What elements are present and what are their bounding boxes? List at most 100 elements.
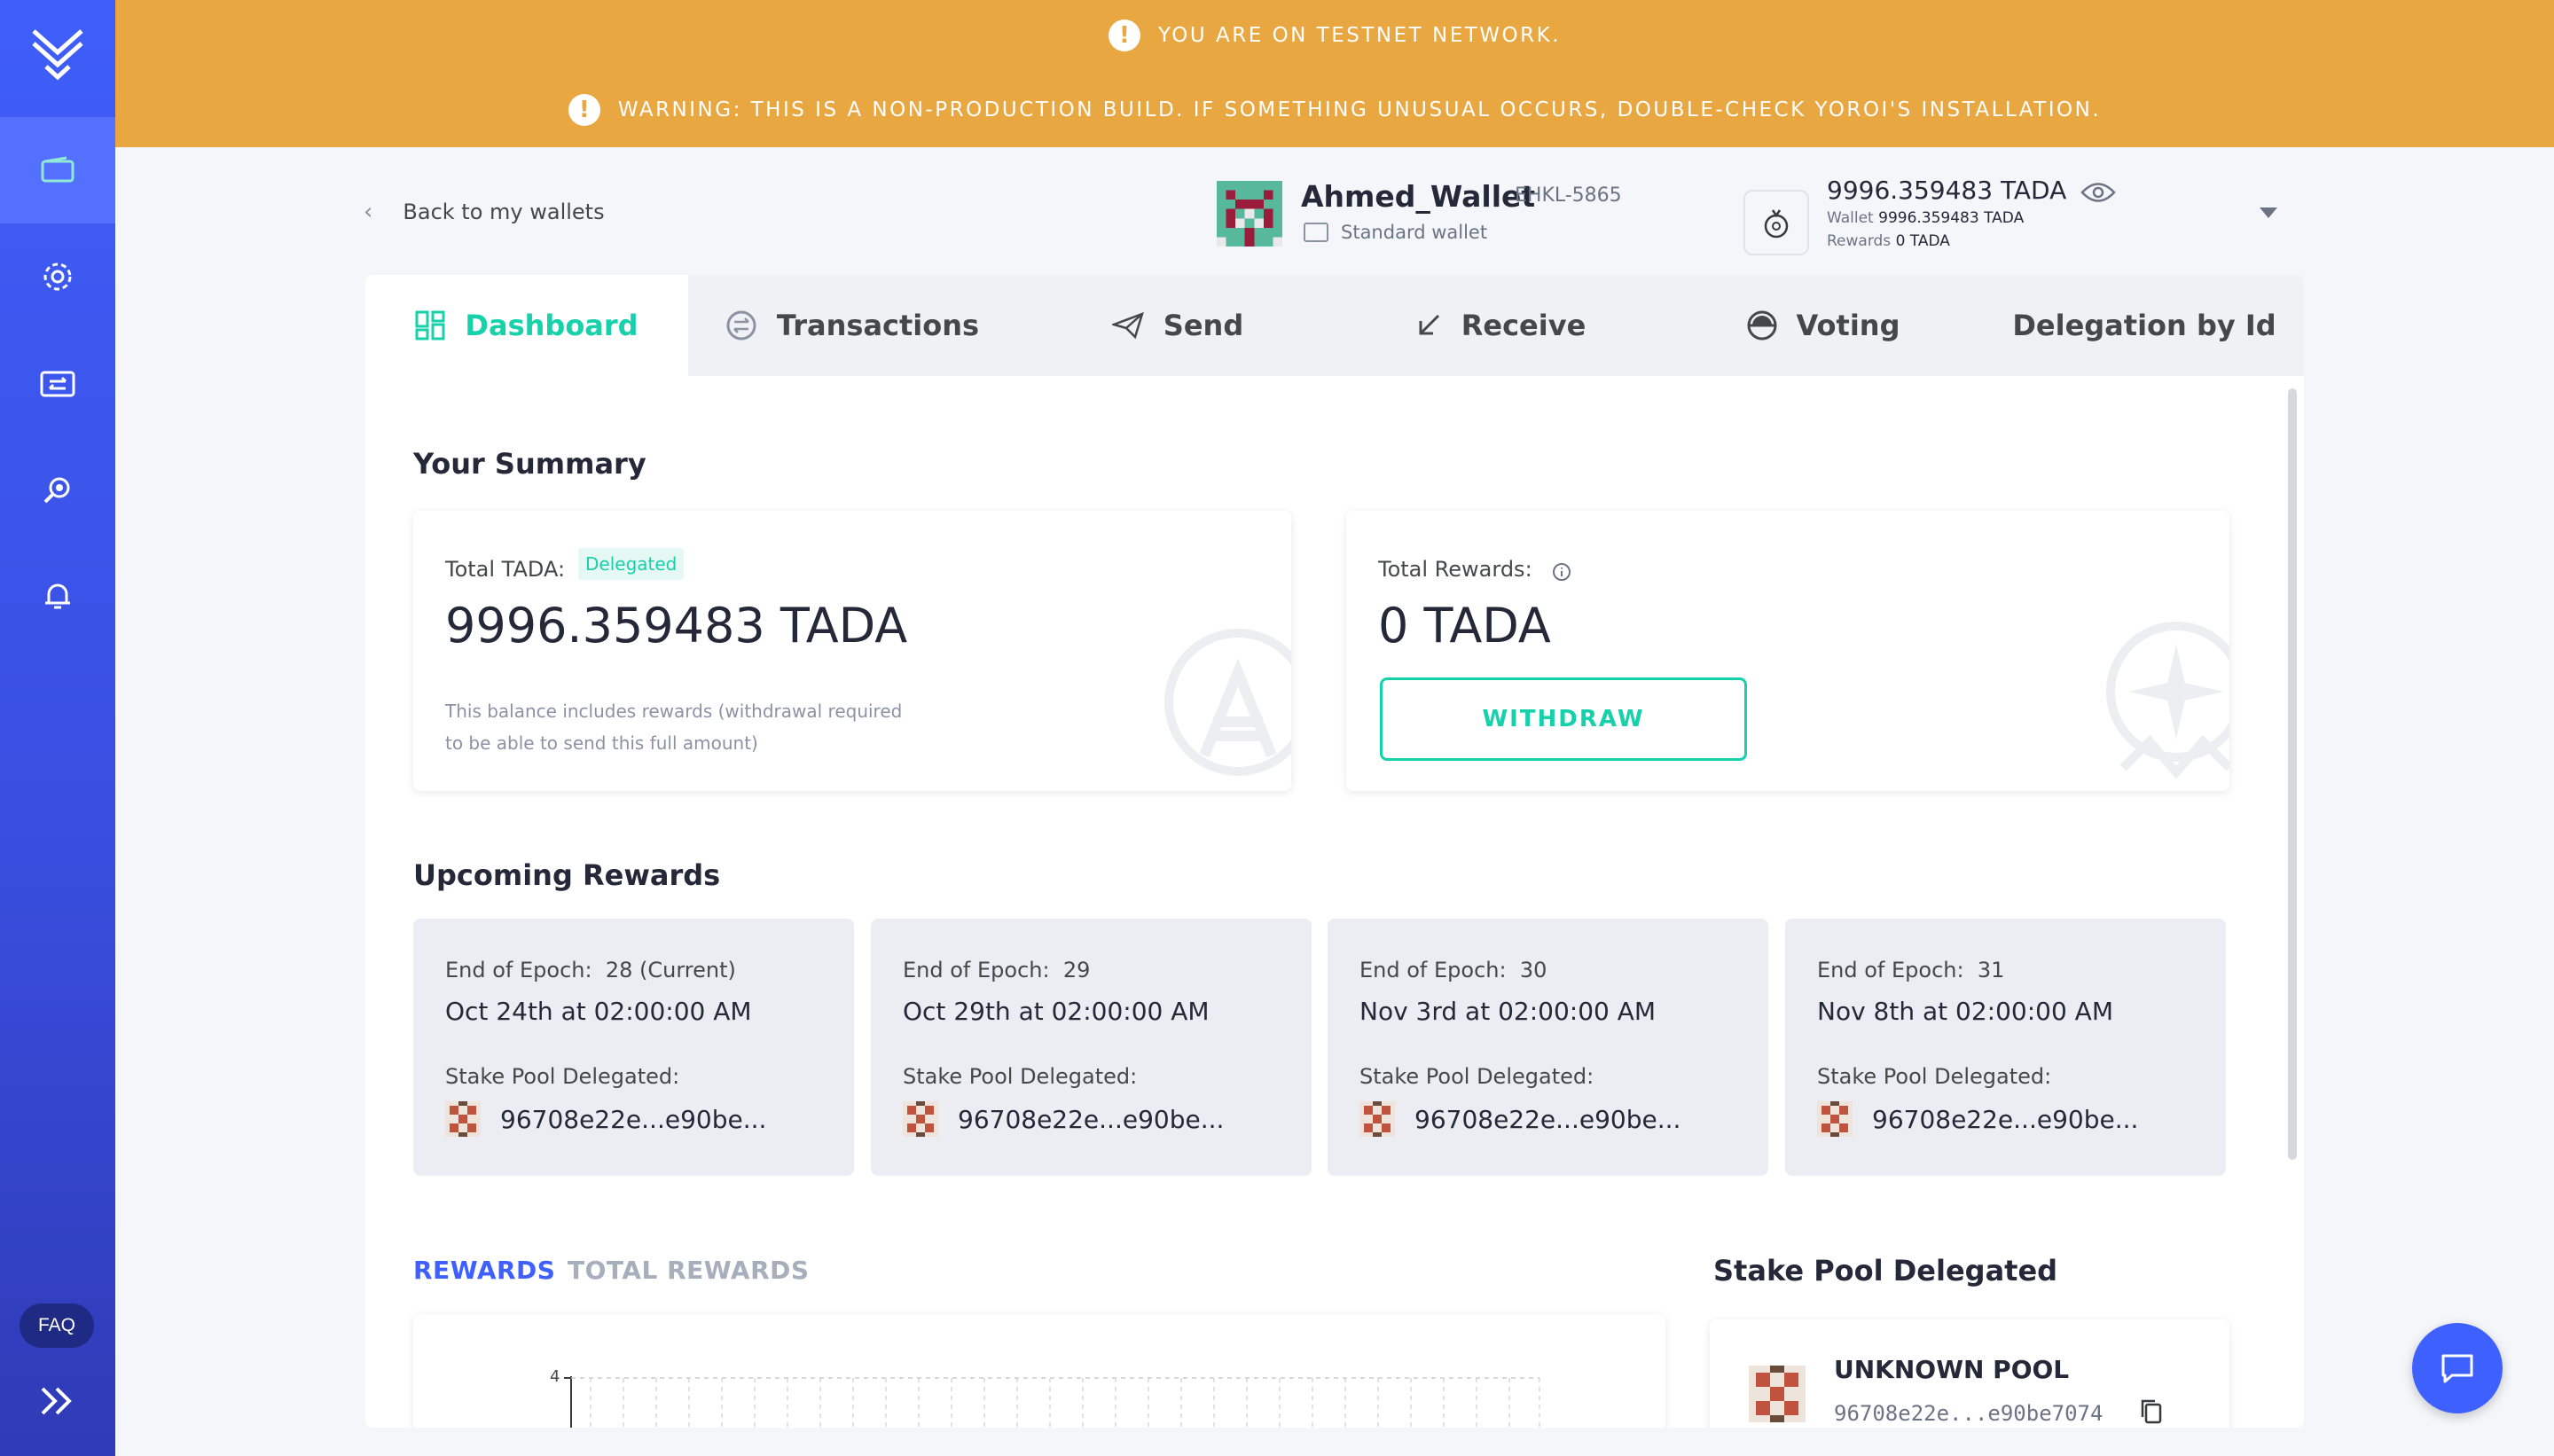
epoch-number: 29 — [1062, 958, 1091, 982]
pool-id-text: 96708e22e...e90be... — [958, 1104, 1225, 1134]
gear-icon — [43, 262, 72, 291]
balance-icon — [1743, 190, 1809, 255]
pool-id-text: 96708e22e...e90be... — [1872, 1104, 2139, 1134]
staking-icon — [43, 477, 70, 504]
rewards-watermark-icon — [2106, 622, 2229, 779]
tab-transactions-label: Transactions — [776, 309, 980, 342]
pool-id: 96708e22e...e90be... — [1817, 1101, 2138, 1137]
wallet-identicon — [1217, 181, 1282, 247]
wallet-type: Standard wallet — [1304, 222, 1487, 243]
testnet-banner: ! YOU ARE ON TESTNET NETWORK. ! WARNING:… — [115, 0, 2554, 147]
pool-identicon — [1359, 1101, 1395, 1137]
chevron-down-icon[interactable] — [2260, 207, 2277, 218]
epoch-date: Oct 24th at 02:00:00 AM — [445, 997, 752, 1026]
wallet-icon — [41, 156, 74, 183]
copy-icon[interactable] — [2139, 1397, 2164, 1426]
scrollbar[interactable] — [2288, 388, 2297, 1160]
rewards-balance-detail: Rewards 0 TADA — [1827, 232, 1950, 250]
receive-icon — [1415, 312, 1442, 339]
wallet-balance-detail: Wallet 9996.359483 TADA — [1827, 209, 2024, 227]
wallet-plate: EHKL-5865 — [1515, 184, 1622, 207]
transfer-icon — [40, 371, 75, 397]
send-icon — [1111, 312, 1144, 339]
tab-voting-label: Voting — [1796, 309, 1900, 342]
chart-y-tick: 4 — [550, 1367, 560, 1386]
total-label: Total TADA: — [445, 557, 566, 582]
testnet-notice: ! YOU ARE ON TESTNET NETWORK. — [115, 18, 2554, 53]
epoch-label: End of Epoch: — [903, 958, 1050, 982]
back-label: Back to my wallets — [403, 200, 605, 224]
tab-dashboard[interactable]: Dashboard — [365, 275, 688, 376]
epoch-line: End of Epoch: 31 — [1817, 958, 2004, 982]
total-balance-card: Total TADA: Delegated 9996.359483 TADA T… — [413, 511, 1291, 791]
epoch-number: 31 — [1977, 958, 2005, 982]
build-warning: ! WARNING: THIS IS A NON-PRODUCTION BUIL… — [115, 92, 2554, 128]
upcoming-rewards-title: Upcoming Rewards — [413, 858, 721, 892]
epoch-line: End of Epoch: 28 (Current) — [445, 958, 736, 982]
pool-identicon — [903, 1101, 938, 1137]
rewards-label: Total Rewards: — [1378, 557, 1532, 582]
build-warning-text: WARNING: THIS IS A NON-PRODUCTION BUILD.… — [617, 98, 2102, 121]
sidebar: FAQ — [0, 0, 115, 1456]
pool-name: UNKNOWN POOL — [1834, 1355, 2070, 1384]
epoch-card: End of Epoch: 30 Nov 3rd at 02:00:00 AM … — [1328, 919, 1768, 1176]
moneybag-icon — [1764, 209, 1789, 239]
tab-receive[interactable]: Receive — [1339, 275, 1662, 376]
epoch-label: End of Epoch: — [1359, 958, 1507, 982]
pool-id: 96708e22e...e90be... — [903, 1101, 1224, 1137]
back-to-wallets-link[interactable]: ‹ Back to my wallets — [364, 199, 605, 225]
voting-icon — [1747, 310, 1777, 341]
pool-identicon — [1749, 1366, 1806, 1422]
tab-dashboard-label: Dashboard — [465, 309, 638, 342]
rewards-label: Rewards — [1827, 232, 1892, 250]
eye-icon[interactable] — [2080, 181, 2116, 204]
epoch-card: End of Epoch: 31 Nov 8th at 02:00:00 AM … — [1785, 919, 2226, 1176]
sidebar-item-settings[interactable] — [0, 223, 115, 330]
sidebar-item-wallets[interactable] — [0, 117, 115, 223]
tab-delegation-by-id[interactable]: Delegation by Id — [1985, 275, 2304, 376]
chat-icon — [2441, 1354, 2473, 1383]
epoch-line: End of Epoch: 29 — [903, 958, 1090, 982]
info-icon[interactable] — [1552, 562, 1571, 582]
sidebar-item-staking[interactable] — [0, 436, 115, 543]
pool-label: Stake Pool Delegated: — [445, 1064, 680, 1089]
wallet-value: 9996.359483 TADA — [1878, 209, 2025, 227]
stake-pool-card: UNKNOWN POOL 96708e22e...e90be7074 — [1710, 1319, 2229, 1428]
tab-delegation-label: Delegation by Id — [2012, 309, 2276, 342]
expand-sidebar-button[interactable] — [35, 1382, 80, 1421]
yoroi-logo[interactable] — [0, 0, 115, 106]
transactions-icon — [725, 309, 757, 341]
epoch-card: End of Epoch: 29 Oct 29th at 02:00:00 AM… — [871, 919, 1312, 1176]
stake-pool-title: Stake Pool Delegated — [1713, 1254, 2058, 1288]
pool-id: 96708e22e...e90be... — [1359, 1101, 1680, 1137]
tab-total-rewards[interactable]: TOTAL REWARDS — [568, 1256, 810, 1285]
standard-wallet-icon — [1304, 223, 1328, 242]
tab-rewards[interactable]: REWARDS — [413, 1256, 555, 1285]
sidebar-item-transfer[interactable] — [0, 330, 115, 436]
sidebar-item-notifications[interactable] — [0, 543, 115, 649]
warning-icon: ! — [1108, 20, 1140, 51]
faq-button[interactable]: FAQ — [20, 1303, 94, 1348]
chevron-left-icon: ‹ — [364, 199, 373, 225]
rewards-value: 0 TADA — [1895, 232, 1950, 250]
tab-receive-label: Receive — [1461, 309, 1586, 342]
withdraw-button[interactable]: WITHDRAW — [1380, 677, 1747, 761]
epoch-date: Nov 3rd at 02:00:00 AM — [1359, 997, 1657, 1026]
tab-send-label: Send — [1163, 309, 1244, 342]
yoroi-logo-icon — [32, 29, 83, 81]
epoch-number: 30 — [1519, 958, 1547, 982]
summary-title: Your Summary — [413, 447, 646, 481]
chat-button[interactable] — [2412, 1323, 2503, 1413]
tab-voting[interactable]: Voting — [1662, 275, 1985, 376]
pool-id-text: 96708e22e...e90be... — [1414, 1104, 1681, 1134]
tab-transactions[interactable]: Transactions — [688, 275, 1016, 376]
delegated-badge: Delegated — [578, 548, 685, 580]
epoch-date: Oct 29th at 02:00:00 AM — [903, 997, 1210, 1026]
epoch-card: End of Epoch: 28 (Current) Oct 24th at 0… — [413, 919, 854, 1176]
epoch-line: End of Epoch: 30 — [1359, 958, 1547, 982]
pool-full-id: 96708e22e...e90be7074 — [1834, 1401, 2104, 1426]
tab-send[interactable]: Send — [1016, 275, 1339, 376]
double-chevron-right-icon — [41, 1387, 72, 1415]
epoch-number: 28 (Current) — [605, 958, 736, 982]
pool-id-text: 96708e22e...e90be... — [500, 1104, 767, 1134]
